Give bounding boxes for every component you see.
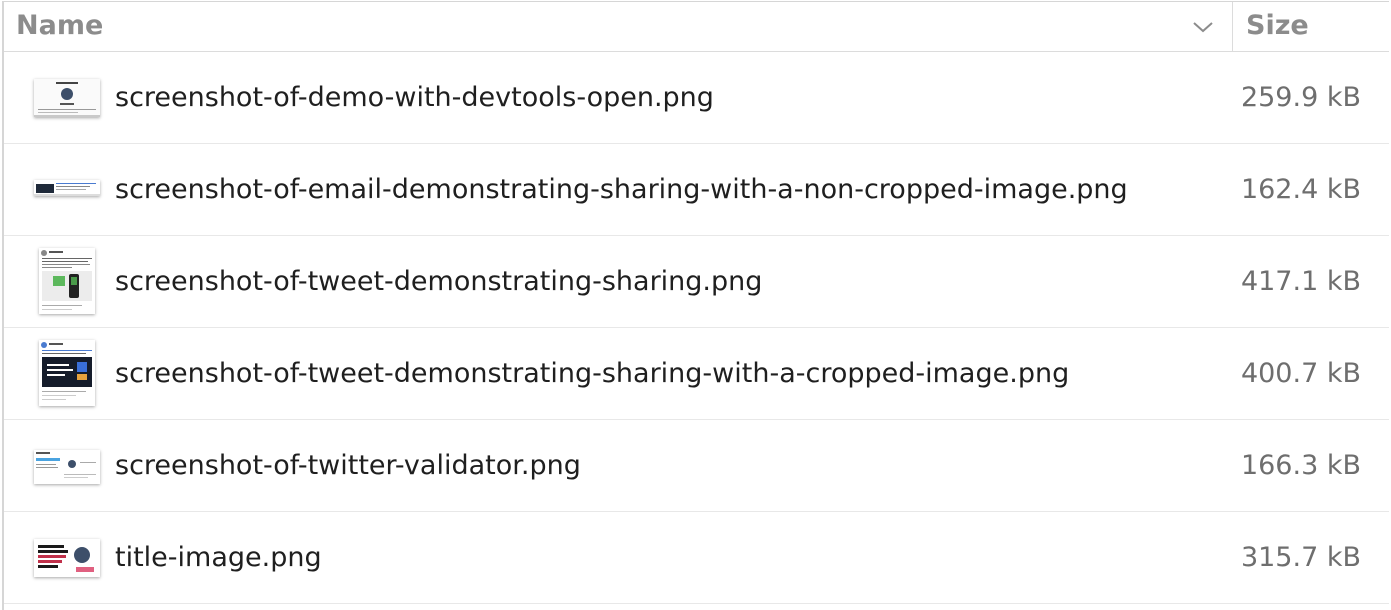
file-row[interactable]: title-image.png 315.7 kB	[4, 512, 1389, 604]
file-rows: screenshot-of-demo-with-devtools-open.pn…	[4, 52, 1389, 604]
file-row[interactable]: screenshot-of-demo-with-devtools-open.pn…	[4, 52, 1389, 144]
file-name: screenshot-of-email-demonstrating-sharin…	[115, 174, 1128, 205]
file-size: 166.3 kB	[1240, 450, 1361, 481]
name-column-header[interactable]: Name	[16, 10, 103, 41]
size-column-header[interactable]: Size	[1246, 10, 1309, 41]
file-row[interactable]: screenshot-of-tweet-demonstrating-sharin…	[4, 328, 1389, 420]
file-size: 417.1 kB	[1240, 266, 1361, 297]
file-name: screenshot-of-tweet-demonstrating-sharin…	[115, 266, 763, 297]
image-thumbnail	[34, 79, 100, 117]
column-divider[interactable]	[1232, 2, 1233, 52]
image-thumbnail	[39, 340, 95, 406]
file-size: 162.4 kB	[1240, 174, 1361, 205]
file-name: screenshot-of-demo-with-devtools-open.pn…	[115, 82, 714, 113]
file-size: 259.9 kB	[1240, 82, 1361, 113]
column-header-bar: Name Size	[4, 2, 1389, 52]
file-size: 400.7 kB	[1240, 358, 1361, 389]
image-thumbnail	[34, 539, 100, 577]
image-thumbnail	[34, 450, 100, 484]
file-row[interactable]: screenshot-of-twitter-validator.png 166.…	[4, 420, 1389, 512]
file-row[interactable]: screenshot-of-tweet-demonstrating-sharin…	[4, 236, 1389, 328]
file-name: screenshot-of-twitter-validator.png	[115, 450, 581, 481]
file-name: screenshot-of-tweet-demonstrating-sharin…	[115, 358, 1070, 389]
file-name: title-image.png	[115, 542, 322, 573]
image-thumbnail	[34, 180, 100, 196]
image-thumbnail	[39, 248, 95, 314]
file-row[interactable]: screenshot-of-email-demonstrating-sharin…	[4, 144, 1389, 236]
file-list-view: Name Size screenshot-of-demo-with-devtoo…	[2, 1, 1389, 610]
chevron-down-icon[interactable]	[1190, 18, 1216, 36]
file-size: 315.7 kB	[1240, 542, 1361, 573]
